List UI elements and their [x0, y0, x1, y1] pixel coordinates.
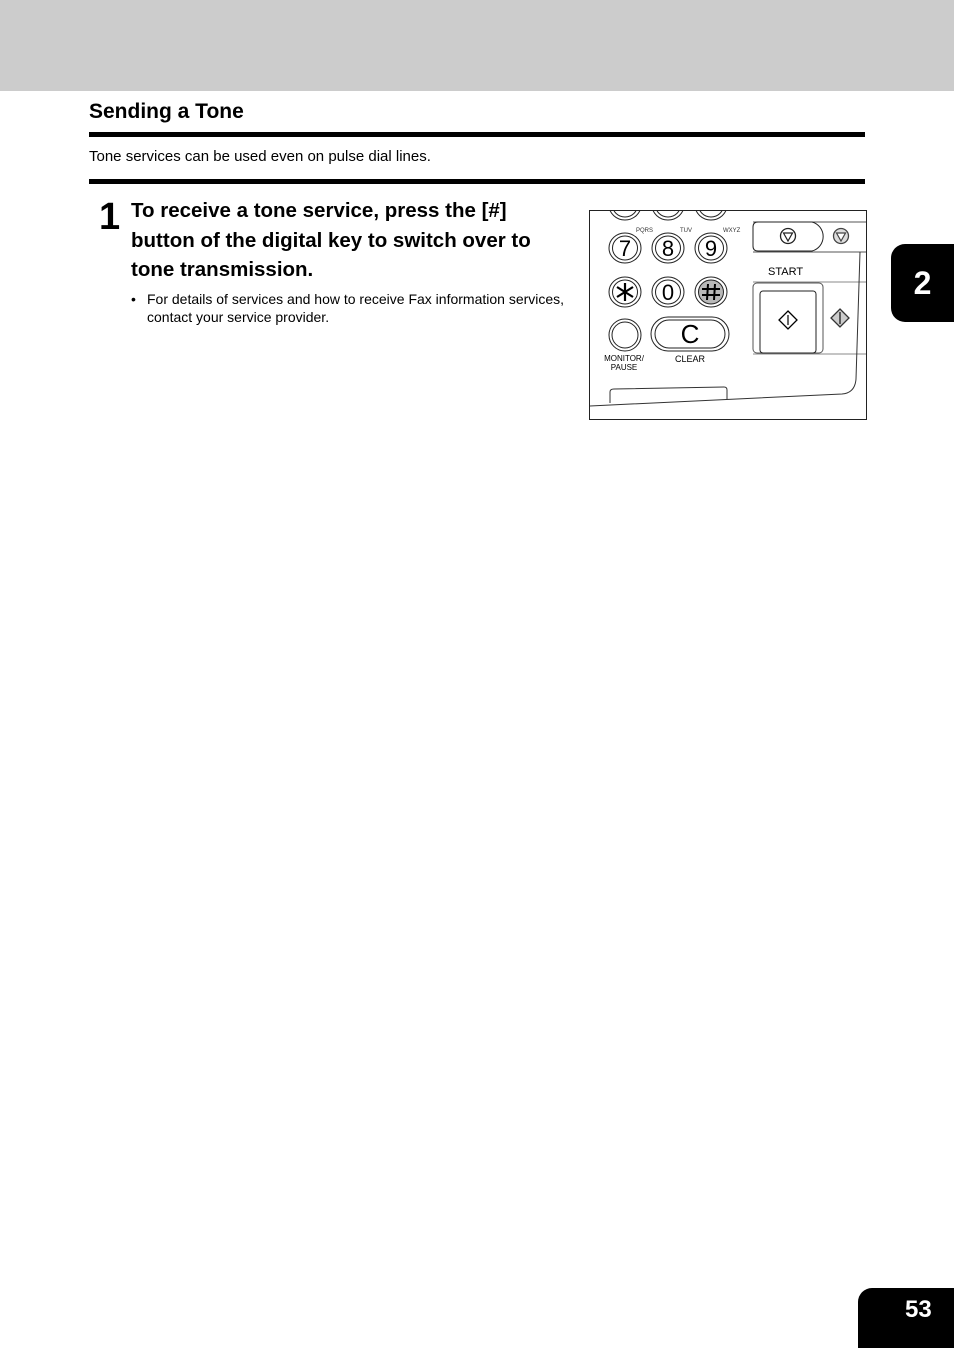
svg-text:7: 7 — [619, 236, 631, 261]
key-9[interactable]: 9 — [694, 232, 728, 264]
section-title: Sending a Tone — [89, 100, 244, 123]
control-panel-figure: PQRS TUV WXYZ 7 8 9 0 MONITOR/ PAUSE C C… — [589, 210, 867, 420]
stop-indicator-icon — [832, 227, 850, 245]
title-rule — [89, 132, 865, 137]
control-panel-illustration: PQRS TUV WXYZ 7 8 9 0 MONITOR/ PAUSE C C… — [590, 211, 866, 407]
step-note-text: For details of services and how to recei… — [147, 291, 565, 325]
pause-label: PAUSE — [611, 363, 638, 372]
section-intro: Tone services can be used even on pulse … — [89, 148, 431, 165]
key-letters-pqrs: PQRS — [636, 228, 653, 234]
key-star[interactable] — [608, 276, 642, 308]
svg-text:C: C — [681, 319, 700, 349]
stop-button[interactable] — [752, 221, 824, 252]
monitor-label: MONITOR/ — [604, 354, 645, 363]
key-8[interactable]: 8 — [651, 232, 685, 264]
key-letters-tuv: TUV — [680, 228, 692, 234]
start-indicator-icon — [830, 308, 850, 328]
svg-text:9: 9 — [705, 236, 717, 261]
key-clear[interactable]: C — [650, 316, 730, 352]
chapter-number: 2 — [913, 264, 932, 301]
chapter-tab[interactable]: 2 — [891, 244, 954, 322]
header-band — [0, 0, 954, 91]
start-label: START — [768, 266, 803, 278]
key-monitor-pause[interactable] — [608, 318, 642, 352]
bullet-icon: • — [131, 291, 136, 307]
clear-label: CLEAR — [675, 354, 706, 364]
svg-text:0: 0 — [662, 280, 674, 305]
key-0[interactable]: 0 — [651, 276, 685, 308]
step-number: 1 — [99, 196, 121, 238]
intro-rule — [89, 179, 865, 184]
page-number: 53 — [905, 1296, 932, 1323]
step-note: • For details of services and how to rece… — [131, 290, 577, 326]
key-hash-highlighted[interactable] — [694, 276, 728, 308]
page-number-tab: 53 — [858, 1288, 954, 1348]
start-button[interactable] — [752, 282, 824, 354]
key-letters-wxyz: WXYZ — [723, 228, 741, 234]
step-instruction: To receive a tone service, press the [#]… — [131, 199, 531, 281]
key-7[interactable]: 7 — [608, 232, 642, 264]
svg-text:8: 8 — [662, 236, 674, 261]
